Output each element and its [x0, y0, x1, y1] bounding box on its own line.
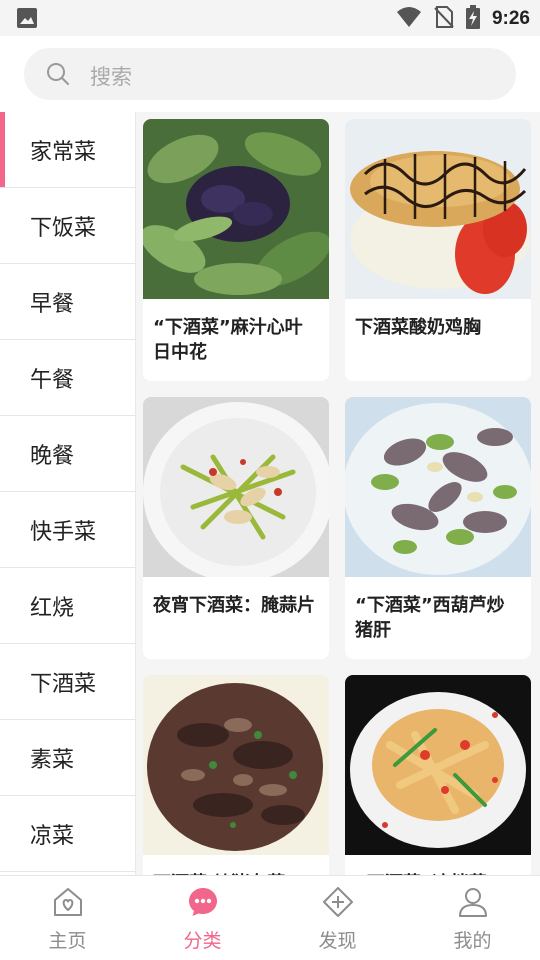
recipe-title: 下酒菜酸奶鸡胸	[355, 317, 481, 338]
sidebar-item-label: 红烧	[30, 595, 75, 621]
discover-icon	[322, 886, 354, 922]
sidebar-item-home-cooking[interactable]: 家常菜	[0, 112, 135, 188]
recipe-title: 下酒菜 炒猪杂菜	[143, 855, 329, 875]
category-sidebar: 家常菜 下饭菜 早餐 午餐 晚餐 快手菜 红烧 下酒菜 素菜 凉菜	[0, 112, 136, 875]
tab-label: 发现	[318, 930, 357, 952]
sidebar-item-label: 午餐	[30, 367, 75, 393]
bottom-tab-bar: 主页 分类 发现 我的	[0, 875, 540, 960]
recipe-card[interactable]: “下酒菜”麻汁心叶日中花	[143, 119, 329, 381]
tab-label: 分类	[183, 930, 222, 952]
battery-charging-icon	[465, 5, 480, 33]
recipe-photo-cold-noodles	[345, 675, 531, 855]
recipe-card[interactable]: 下酒菜酸奶鸡胸	[345, 119, 531, 381]
tab-discover[interactable]: 发现	[270, 876, 405, 960]
gallery-notification-icon	[16, 8, 38, 33]
no-sim-icon	[434, 6, 454, 32]
category-icon	[187, 886, 219, 922]
tab-profile[interactable]: 我的	[405, 876, 540, 960]
recipe-card[interactable]: “下酒菜”西葫芦炒猪肝	[345, 397, 531, 659]
search-icon	[46, 62, 70, 90]
status-bar: 9:26	[0, 0, 540, 36]
sidebar-item-label: 快手菜	[30, 519, 97, 545]
recipe-photo-greens	[143, 119, 329, 299]
sidebar-item-label: 素菜	[30, 747, 75, 773]
search-input[interactable]: 搜索	[24, 48, 516, 100]
sidebar-item-dinner[interactable]: 晚餐	[0, 416, 135, 492]
wifi-icon	[396, 6, 422, 32]
sidebar-item-label: 早餐	[30, 291, 75, 317]
recipe-photo-stirfry	[143, 675, 329, 855]
sidebar-item-label: 下酒菜	[30, 671, 97, 697]
tab-label: 主页	[48, 930, 87, 952]
sidebar-item-lunch[interactable]: 午餐	[0, 340, 135, 416]
tab-category[interactable]: 分类	[135, 876, 270, 960]
sidebar-item-cold-dishes[interactable]: 凉菜	[0, 796, 135, 872]
recipe-photo-garlic	[143, 397, 329, 577]
sidebar-item-quick-dishes[interactable]: 快手菜	[0, 492, 135, 568]
sidebar-item-drinking-snacks[interactable]: 下酒菜	[0, 644, 135, 720]
search-placeholder: 搜索	[90, 65, 132, 89]
status-time: 9:26	[491, 8, 530, 29]
recipe-title: 夜宵下酒菜：腌蒜片	[153, 595, 315, 616]
recipe-card[interactable]: 夜宵下酒菜：腌蒜片	[143, 397, 329, 659]
recipe-card[interactable]: “下酒菜”凉拌菜	[345, 675, 531, 875]
recipe-photo-chicken	[345, 119, 531, 299]
sidebar-item-braised[interactable]: 红烧	[0, 568, 135, 644]
tab-label: 我的	[453, 930, 492, 952]
recipe-title: “下酒菜”西葫芦炒猪肝	[355, 595, 505, 641]
recipe-title: “下酒菜”凉拌菜	[345, 855, 531, 875]
sidebar-item-vegetarian[interactable]: 素菜	[0, 720, 135, 796]
search-bar: 搜索	[0, 36, 540, 112]
sidebar-item-rice-dishes[interactable]: 下饭菜	[0, 188, 135, 264]
recipe-photo-liver	[345, 397, 531, 577]
sidebar-item-breakfast[interactable]: 早餐	[0, 264, 135, 340]
sidebar-item-label: 家常菜	[30, 139, 97, 165]
sidebar-item-label: 下饭菜	[30, 215, 97, 241]
recipe-grid: “下酒菜”麻汁心叶日中花 下酒菜酸奶鸡胸 夜宵下酒菜：腌蒜片 “下酒菜”西葫芦炒…	[136, 112, 540, 875]
home-icon	[52, 886, 84, 922]
sidebar-item-label: 晚餐	[30, 443, 75, 469]
recipe-title: “下酒菜”麻汁心叶日中花	[153, 317, 303, 363]
tab-home[interactable]: 主页	[0, 876, 135, 960]
sidebar-item-label: 凉菜	[30, 823, 75, 849]
profile-icon	[457, 886, 489, 922]
recipe-card[interactable]: 下酒菜 炒猪杂菜	[143, 675, 329, 875]
